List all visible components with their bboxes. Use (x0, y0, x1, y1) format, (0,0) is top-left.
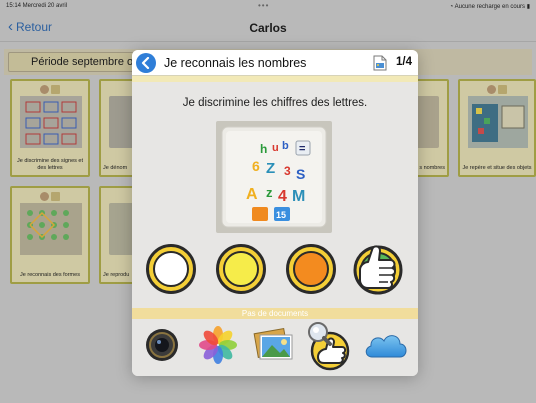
page-counter: 1/4 (396, 56, 412, 68)
level-circle-yellow[interactable] (216, 244, 266, 294)
photos-icon[interactable] (198, 325, 238, 365)
battery-icon: ▮ (526, 4, 530, 10)
status-battery: ◔ Aucune recharge en cours ▮ (450, 3, 530, 10)
level-circle-yellow-fill (223, 251, 259, 287)
grid-icon (498, 85, 507, 94)
level-circle-white[interactable] (146, 244, 196, 294)
card-thumbnail (20, 203, 82, 255)
nav-bar: ‹ Retour Carlos (0, 12, 536, 42)
activity-photo: h u b = 6 Z 3 S A z 4 M 15 (216, 121, 332, 233)
card-label: Je repère et situe des objets (462, 165, 532, 171)
skill-card[interactable]: Je discrimine des signes et des lettres (10, 79, 90, 177)
svg-text:A: A (246, 186, 258, 203)
media-toolbar (132, 319, 418, 376)
svg-text:M: M (292, 188, 305, 205)
status-dots: ••• (258, 1, 270, 10)
card-label: Je discrimine des signes et des lettres (16, 158, 84, 171)
badge-icon (40, 85, 49, 94)
level-circle-orange[interactable] (286, 244, 336, 294)
page-title: Carlos (249, 21, 287, 35)
status-bar: 15:14 Mercredi 20 avril ••• ◔ Aucune rec… (0, 0, 536, 12)
badge-icon (40, 192, 49, 201)
skill-card[interactable]: Je repère et situe des objets (458, 79, 536, 177)
svg-text:h: h (260, 142, 267, 156)
svg-text:u: u (272, 142, 279, 154)
card-label: Je reprodu (103, 272, 130, 278)
camera-icon[interactable] (144, 325, 180, 365)
signs-letters-image (20, 96, 82, 148)
header-strip (132, 76, 418, 82)
status-time-date: 15:14 Mercredi 20 avril (6, 3, 68, 9)
badge-icon (487, 85, 496, 94)
grid-icon (51, 85, 60, 94)
activity-modal: Je reconnais les nombres 1/4 Je discrimi… (132, 50, 418, 376)
position-objects-image (468, 96, 528, 148)
skill-card[interactable]: Je reconnais des formes (10, 186, 90, 284)
cloud-icon[interactable] (362, 327, 410, 363)
grid-icon (51, 192, 60, 201)
modal-title: Je reconnais les nombres (164, 56, 307, 70)
image-gallery-icon[interactable] (252, 325, 296, 365)
chevron-left-icon (141, 57, 150, 69)
level-circle-white-fill (153, 251, 189, 287)
card-thumbnail (20, 96, 82, 148)
thumbs-up-icon[interactable] (350, 240, 404, 296)
svg-text:4: 4 (278, 188, 287, 205)
no-documents-banner: Pas de documents (132, 308, 418, 319)
modal-back-button[interactable] (136, 53, 156, 73)
svg-text:6: 6 (252, 158, 260, 174)
svg-text:b: b (282, 140, 289, 152)
svg-text:=: = (299, 143, 305, 155)
battery-text: Aucune recharge en cours (454, 4, 526, 10)
svg-text:3: 3 (284, 164, 291, 178)
document-icon[interactable] (373, 55, 387, 71)
svg-text:z: z (266, 185, 273, 200)
modal-header: Je reconnais les nombres 1/4 (132, 50, 418, 76)
shapes-image (20, 203, 82, 255)
svg-text:15: 15 (276, 210, 286, 220)
level-circle-orange-fill (293, 251, 329, 287)
instruction-text: Je discrimine les chiffres des lettres. (182, 97, 368, 109)
tray-letters-image: h u b = 6 Z 3 S A z 4 M 15 (216, 121, 332, 233)
magnifier-thumb-icon[interactable] (304, 321, 354, 371)
svg-text:S: S (296, 166, 305, 182)
svg-text:Z: Z (266, 160, 275, 177)
card-label: Je reconnais des formes (20, 272, 80, 278)
card-label: Je dénom (103, 165, 128, 171)
card-thumbnail (468, 96, 528, 148)
